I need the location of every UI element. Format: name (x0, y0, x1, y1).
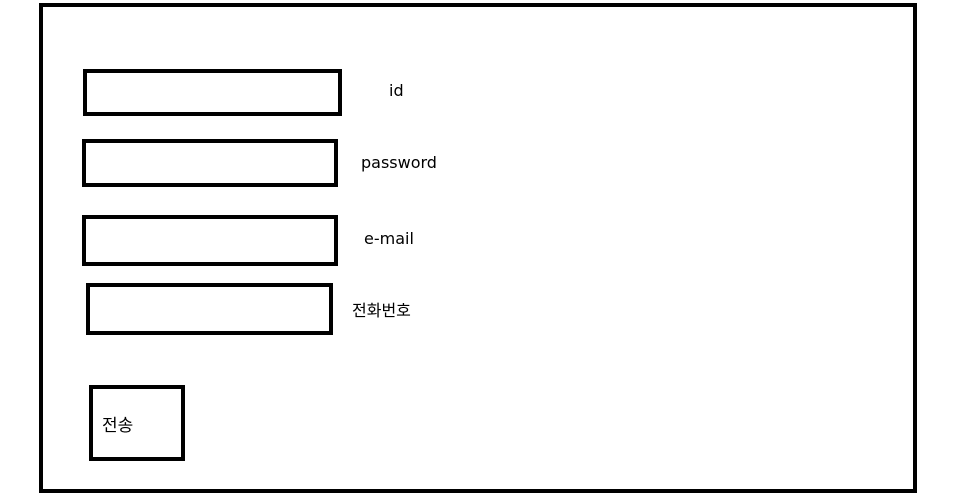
phone-input[interactable] (86, 283, 333, 335)
id-label: id (389, 81, 404, 100)
email-input[interactable] (82, 215, 338, 266)
password-input[interactable] (82, 139, 338, 187)
email-label: e-mail (364, 229, 414, 248)
phone-label: 전화번호 (352, 301, 411, 320)
id-input[interactable] (83, 69, 342, 116)
password-label: password (361, 153, 437, 172)
submit-button[interactable]: 전송 (89, 385, 185, 461)
